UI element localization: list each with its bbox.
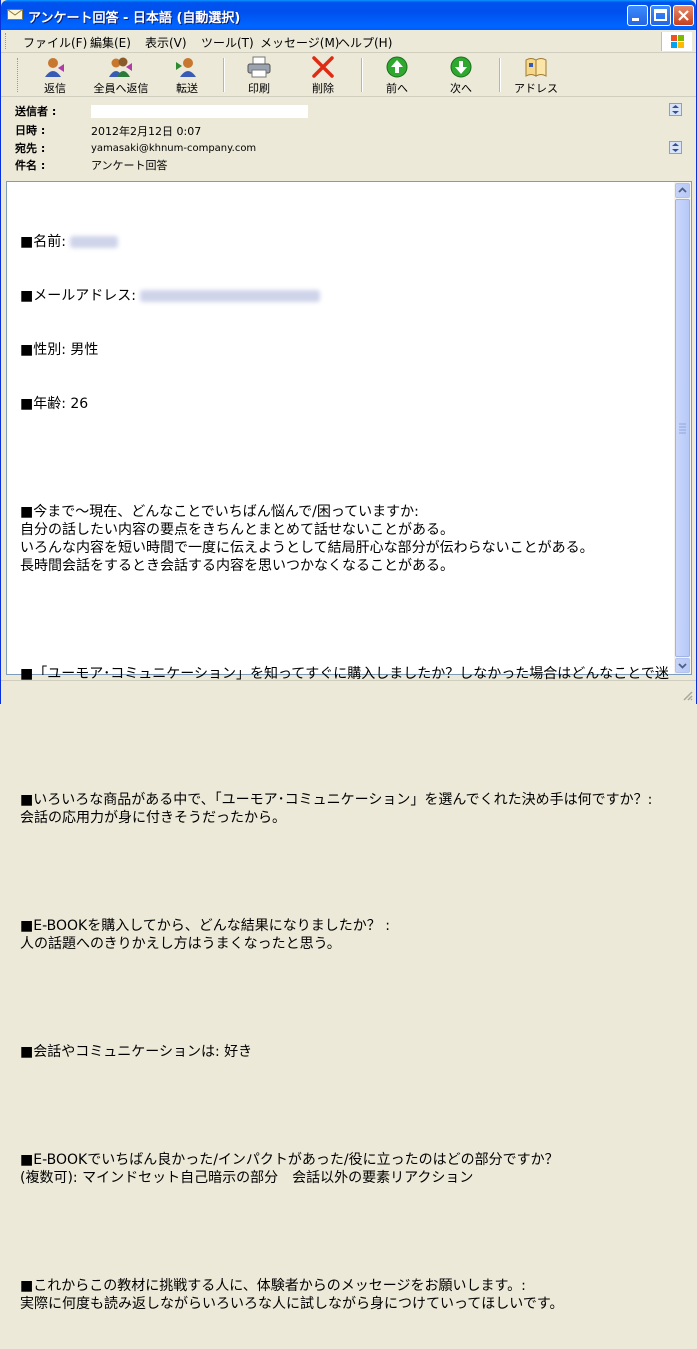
reply-all-button[interactable]: 全員へ返信 [89, 56, 153, 96]
toolbar-separator [361, 58, 363, 92]
chevron-up-icon [678, 187, 687, 193]
delete-button[interactable]: 削除 [303, 56, 343, 96]
email-redacted [140, 290, 321, 302]
email-line: ■メールアドレス: [20, 287, 670, 305]
date-label: 日時 : [15, 124, 46, 137]
question-7: ■これからこの教材に挑戦する人に、体験者からのメッセージをお願いします。: 実際… [20, 1278, 564, 1312]
menu-message[interactable]: メッセージ(M) [260, 34, 339, 51]
question-5: ■会話やコミュニケーションは: 好き [20, 1044, 253, 1060]
previous-button[interactable]: 前へ [377, 56, 417, 96]
menu-view[interactable]: 表示(V) [145, 34, 187, 51]
menu-tools[interactable]: ツール(T) [201, 34, 254, 51]
from-value-redacted [91, 105, 308, 118]
toolbar-separator [223, 58, 225, 92]
title-bar[interactable]: アンケート回答 - 日本語 (自動選択) [1, 0, 696, 30]
age-line: ■年齢: 26 [20, 396, 89, 412]
gender-line: ■性別: 男性 [20, 342, 99, 358]
date-value: 2012年2月12日 0:07 [91, 125, 202, 138]
toolbar: 返信 全員へ返信 転送 印刷 削除 前へ 次へ アドレス [1, 53, 696, 97]
reply-icon [45, 58, 64, 77]
minimize-icon [632, 18, 639, 21]
arrow-up-icon [386, 56, 408, 78]
delete-x-icon [312, 56, 334, 78]
windows-flag-icon [671, 35, 684, 48]
subject-value: アンケート回答 [91, 159, 168, 172]
name-redacted [70, 236, 119, 248]
maximize-icon [654, 9, 667, 21]
scroll-updown-icon[interactable] [669, 103, 682, 116]
windows-logo [661, 32, 692, 51]
subject-label: 件名 : [15, 159, 46, 172]
scroll-up-button[interactable] [675, 183, 690, 198]
chevron-down-icon [678, 663, 687, 669]
arrow-down-icon [450, 56, 472, 78]
close-icon [678, 10, 689, 21]
forward-button[interactable]: 転送 [167, 56, 207, 96]
toolbar-grip[interactable] [17, 58, 19, 92]
question-1: ■今まで～現在、どんなことでいちばん悩んで/困っていますか: 自分の話したい内容… [20, 504, 594, 574]
next-button[interactable]: 次へ [441, 56, 481, 96]
message-headers: 送信者 : 日時 : 2012年2月12日 0:07 宛先 : yamasaki… [1, 97, 696, 177]
forward-icon [176, 58, 196, 77]
question-4: ■E-BOOKを購入してから、どんな結果になりましたか？ : 人の話題へのきりか… [20, 918, 390, 952]
to-label: 宛先 : [15, 142, 46, 155]
close-button[interactable] [673, 5, 694, 26]
name-line: ■名前: [20, 233, 670, 251]
scroll-down-button[interactable] [675, 658, 690, 673]
message-text: ■名前: ■メールアドレス: ■性別: 男性 ■年齢: 26 ■今まで～現在、ど… [20, 197, 670, 1349]
to-value: yamasaki@khnum-company.com [91, 143, 257, 154]
status-bar [1, 680, 696, 704]
scroll-updown-icon[interactable] [669, 141, 682, 154]
message-body[interactable]: ■名前: ■メールアドレス: ■性別: 男性 ■年齢: 26 ■今まで～現在、ど… [6, 181, 692, 1312]
toolbar-separator [499, 58, 501, 92]
maximize-button[interactable] [650, 5, 671, 26]
address-book-icon [525, 58, 547, 77]
print-button[interactable]: 印刷 [239, 56, 279, 96]
address-book-button[interactable]: アドレス [513, 56, 559, 96]
reply-all-icon [109, 57, 132, 77]
vertical-scrollbar[interactable] [674, 182, 691, 674]
menu-help[interactable]: ヘルプ(H) [338, 34, 392, 51]
menu-file[interactable]: ファイル(F) [23, 34, 87, 51]
printer-icon [247, 56, 271, 78]
resize-grip-icon[interactable] [681, 689, 693, 701]
menu-bar: ファイル(F) 編集(E) 表示(V) ツール(T) メッセージ(M) ヘルプ(… [1, 30, 696, 53]
menu-edit[interactable]: 編集(E) [90, 34, 131, 51]
question-6: ■E-BOOKでいちばん良かった/インパクトがあった/役に立ったのはどの部分です… [20, 1152, 559, 1186]
minimize-button[interactable] [627, 5, 648, 26]
grip-lines-icon [679, 423, 686, 434]
message-window: アンケート回答 - 日本語 (自動選択) ファイル(F) 編集(E) 表示(V)… [0, 0, 697, 1312]
envelope-icon [7, 9, 23, 20]
menu-grip[interactable] [5, 33, 9, 49]
reply-button[interactable]: 返信 [35, 56, 75, 96]
window-title: アンケート回答 - 日本語 (自動選択) [28, 11, 241, 26]
from-label: 送信者 : [15, 105, 57, 118]
question-3: ■いろいろな商品がある中で、「ユーモア･コミュニケーション」を選んでくれた決め手… [20, 792, 657, 826]
scroll-thumb[interactable] [675, 199, 690, 657]
